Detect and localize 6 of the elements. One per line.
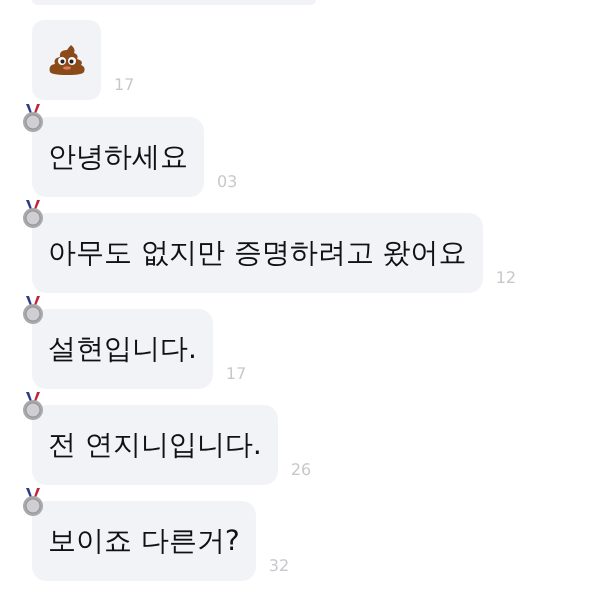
message-text: 아무도 없지만 증명하려고 왔어요	[48, 235, 467, 271]
poop-icon	[48, 45, 86, 75]
message-text: 보이죠 다른거?	[48, 523, 240, 559]
message-text: 설현입니다.	[48, 331, 197, 367]
message-text: 안녕하세요	[48, 139, 188, 175]
message-text: 전 연지니입니다.	[48, 427, 262, 463]
